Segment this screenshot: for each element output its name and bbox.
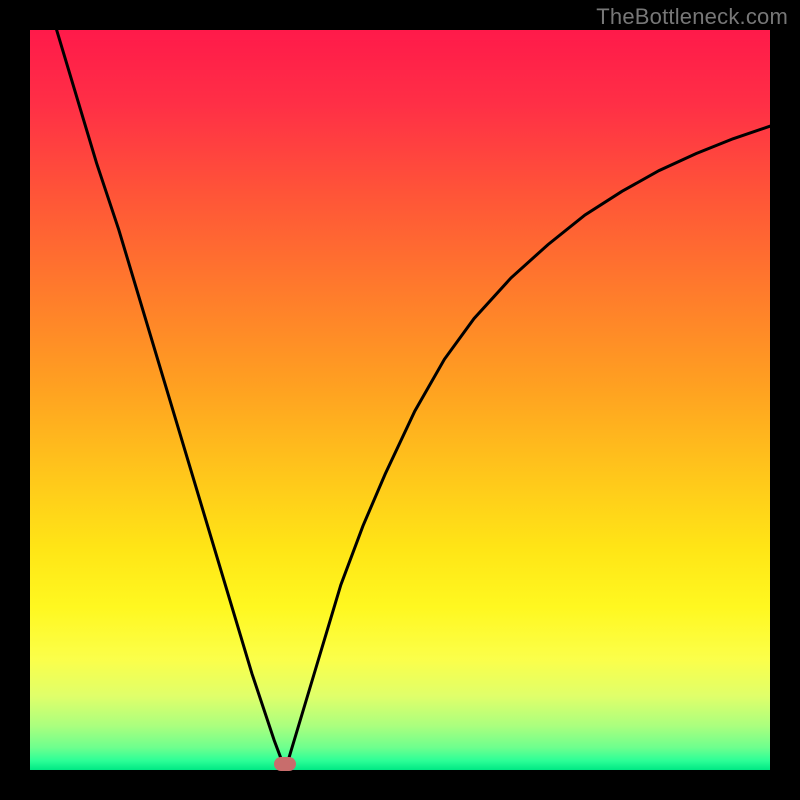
watermark-text: TheBottleneck.com [596, 4, 788, 30]
chart-container: TheBottleneck.com [0, 0, 800, 800]
minimum-marker [274, 757, 296, 771]
plot-area [30, 30, 770, 770]
chart-curve [30, 30, 770, 770]
